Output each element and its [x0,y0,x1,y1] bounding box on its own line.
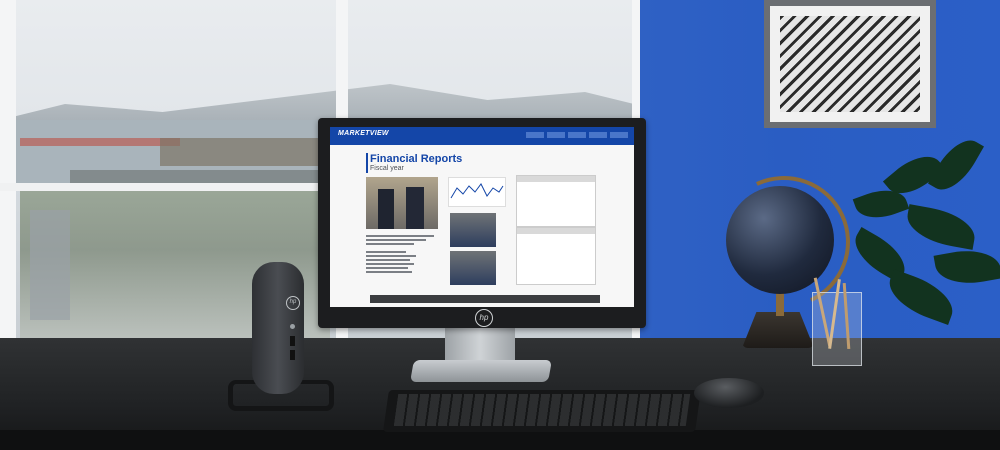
monitor-stand-base [410,360,552,382]
text-line [366,263,414,265]
staircase-artwork [780,16,920,112]
thin-client-computer: hp [252,262,304,394]
text-line [366,267,408,269]
ship [20,138,180,146]
keyboard-keys [393,394,691,426]
article-thumbnail [450,251,496,285]
desk-edge [0,430,1000,450]
plant-leaf [903,204,979,250]
text-line [366,235,434,237]
monitor-screen: MARKETVIEW Financial Reports Fiscal year [330,127,634,307]
thin-client-hp-logo-icon: hp [286,296,300,310]
text-line [366,271,412,273]
window-frame-transom [0,183,345,191]
text-line [366,243,414,245]
warehouse [160,138,320,166]
power-button [290,324,295,329]
window-frame-left [0,0,16,345]
screen-nav-item [547,132,565,138]
article-thumbnail [450,213,496,247]
bullet-list [366,251,426,275]
house-plant [846,131,1000,340]
business-photo [366,177,438,229]
stock-ticker-bar [370,295,600,303]
screen-nav-item [610,132,628,138]
screen-nav-item [526,132,544,138]
screen-nav-item [568,132,586,138]
text-line [366,239,426,241]
pen-holder [812,277,862,366]
usb-port [290,350,295,360]
building [30,210,70,320]
person-figure [378,189,394,229]
monitor-hp-logo-icon: hp [475,309,493,327]
stock-panel [516,175,596,227]
picture-mat [770,6,930,122]
text-line [366,255,416,257]
pencil [842,282,851,350]
paragraph-lines [366,235,438,247]
plant-leaf [933,244,1000,290]
usb-port [290,336,295,346]
chart-line [450,183,504,199]
screen-nav [526,132,628,138]
screen-title: Financial Reports [370,153,463,165]
panel-header [517,228,595,234]
wall-picture-frame [764,0,936,128]
mouse [694,378,764,408]
title-accent-bar [366,153,368,173]
screen-brand-logo: MARKETVIEW [338,130,389,137]
mountains [0,84,650,120]
text-line [366,251,406,253]
text-line [366,259,410,261]
quotes-panel [516,227,596,285]
panel-header [517,176,595,182]
screen-subtitle: Fiscal year [370,165,404,172]
line-chart-thumbnail [448,177,506,207]
person-figure [406,187,424,229]
screen-nav-item [589,132,607,138]
